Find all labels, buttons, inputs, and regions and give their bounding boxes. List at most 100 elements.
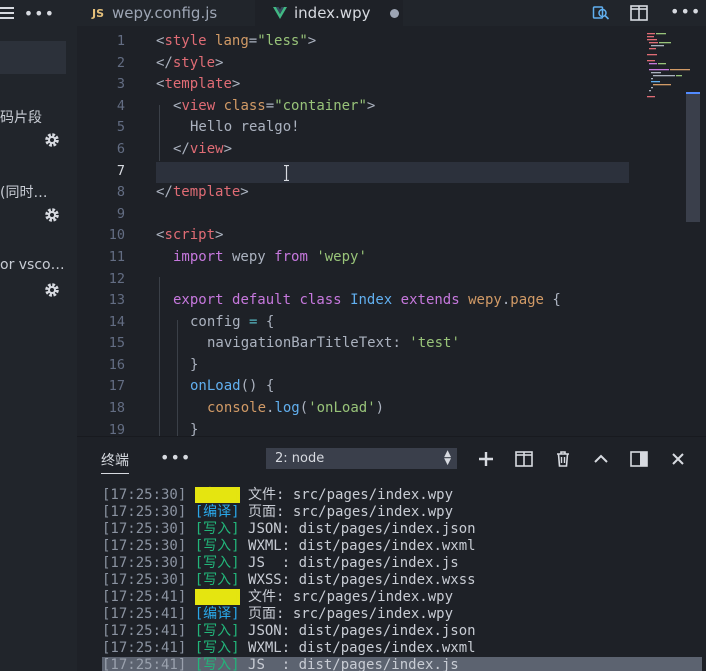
code-line: } [190,422,199,436]
code-line: onLoad() { [190,378,275,394]
gear-icon[interactable] [43,281,61,299]
terminal-badge: [写入] [194,623,240,639]
terminal-output[interactable]: [17:25:30] [变更] 文件: src/pages/index.wpy[… [102,487,702,671]
terminal-badge: [编译] [194,606,240,622]
terminal-timestamp: [17:25:30] [102,555,187,571]
cursor-position-marker [686,92,700,94]
terminal-message: WXML: dist/pages/index.wxml [239,640,476,656]
panel-header: 终端 ••• 2: node ▲ ▼ [77,437,706,481]
terminal-line: [17:25:30] [写入] JS : dist/pages/index.js [102,555,702,572]
code-line: navigationBarTitleText: 'test' [207,335,460,351]
line-number: 12 [108,271,125,287]
line-number: 8 [116,184,125,200]
line-number: 2 [116,55,125,71]
terminal-message: 页面: src/pages/index.wpy [239,504,454,520]
terminal-timestamp: [17:25:30] [102,521,187,537]
terminal-timestamp: [17:25:30] [102,504,187,520]
line-number: 4 [116,98,125,114]
terminal-badge: [写入] [194,521,240,537]
minimap[interactable] [647,31,697,101]
line-number: 11 [108,249,125,265]
chevron-up-icon[interactable] [592,450,610,468]
terminal-timestamp: [17:25:30] [102,572,187,588]
more-actions-icon[interactable]: ••• [670,2,700,21]
terminal-timestamp: [17:25:41] [102,640,187,656]
code-line: console.log('onLoad') [207,400,385,416]
terminal-badge: [写入] [194,555,240,571]
terminal-message: JS : dist/pages/index.js [239,657,459,671]
terminal-timestamp: [17:25:30] [102,487,187,503]
code-editor[interactable]: 1 <style lang="less"> 2 </style> 3 <templat… [77,26,706,436]
toggle-panel-position-icon[interactable] [630,450,648,468]
new-terminal-icon[interactable] [477,450,495,468]
code-line: Hello realgo! [190,119,300,135]
terminal-badge: [编译] [194,504,240,520]
terminal-message: JSON: dist/pages/index.json [239,623,476,639]
tab-wepy-config-js[interactable]: JS wepy.config.js [77,0,255,26]
line-number: 15 [108,335,125,351]
code-line: <style lang="less"> [156,33,317,49]
sidebar-selected-item[interactable] [0,41,66,74]
split-terminal-icon[interactable] [515,450,533,468]
terminal-line: [17:25:30] [编译] 页面: src/pages/index.wpy [102,504,702,521]
vertical-scrollbar[interactable] [686,92,700,222]
terminal-line: [17:25:30] [写入] JSON: dist/pages/index.j… [102,521,702,538]
code-line: <script> [156,227,224,243]
extension-item-title-2[interactable]: (同时… [0,182,47,202]
code-line: <template> [156,76,241,92]
line-number: 3 [116,76,125,92]
editor-tab-bar: JS wepy.config.js index.wpy ••• [77,0,706,26]
trash-icon[interactable] [554,450,572,468]
close-icon[interactable] [669,450,687,468]
terminal-line: [17:25:41] [写入] JS : dist/pages/index.js [102,657,702,671]
gear-icon[interactable] [43,206,61,224]
code-line: config = { [190,314,275,330]
line-number: 17 [108,378,125,394]
line-number: 14 [108,314,125,330]
terminal-message: WXML: dist/pages/index.wxml [239,538,476,554]
vue-file-icon [273,7,287,19]
terminal-select-value: 2: node [275,451,325,466]
tab-label: wepy.config.js [112,4,218,22]
terminal-timestamp: [17:25:41] [102,606,187,622]
code-line: import wepy from 'wepy' [173,249,367,265]
line-number: 10 [108,227,125,243]
line-number: 1 [116,33,125,49]
terminal-badge: [写入] [194,572,240,588]
code-line: export default class Index extends wepy.… [173,292,561,308]
more-actions-icon[interactable]: ••• [160,448,191,467]
terminal-timestamp: [17:25:41] [102,589,187,605]
code-line: </style> [156,55,224,71]
select-arrows-icon: ▲ ▼ [444,449,451,467]
terminal-message: JSON: dist/pages/index.json [239,521,476,537]
terminal-line: [17:25:30] [写入] WXML: dist/pages/index.w… [102,538,702,555]
more-actions-icon[interactable]: ••• [24,4,55,23]
terminal-select[interactable]: 2: node ▲ ▼ [266,448,457,469]
sidebar: ••• 码片段 (同时… or vsco… [0,0,77,671]
text-cursor-icon [284,165,289,181]
line-number: 13 [108,292,125,308]
code-line: } [190,357,199,373]
open-changes-icon[interactable] [592,4,610,22]
terminal-timestamp: [17:25:41] [102,623,187,639]
terminal-message: 文件: src/pages/index.wpy [239,589,454,605]
terminal-badge: [变更] [194,589,240,605]
extension-item-title-3[interactable]: or vsco… [0,257,65,273]
tab-terminal[interactable]: 终端 [101,450,129,474]
terminal-badge: [变更] [194,487,240,503]
terminal-timestamp: [17:25:41] [102,657,187,671]
unsaved-dot-icon[interactable] [390,8,400,18]
line-number: 5 [116,119,125,135]
terminal-message: 文件: src/pages/index.wpy [239,487,454,503]
tab-index-wpy[interactable]: index.wpy [255,0,403,26]
extension-item-title-1[interactable]: 码片段 [0,107,42,127]
list-menu-icon[interactable] [0,6,14,20]
gear-icon[interactable] [43,131,61,149]
code-line: </view> [173,141,233,157]
sidebar-header: ••• [0,0,77,26]
line-number: 16 [108,357,125,373]
split-editor-icon[interactable] [630,4,648,22]
terminal-line: [17:25:30] [写入] WXSS: dist/pages/index.w… [102,572,702,589]
line-number: 6 [116,141,125,157]
terminal-panel: 终端 ••• 2: node ▲ ▼ [17:25:30] [变更] 文件: sr… [77,436,706,671]
